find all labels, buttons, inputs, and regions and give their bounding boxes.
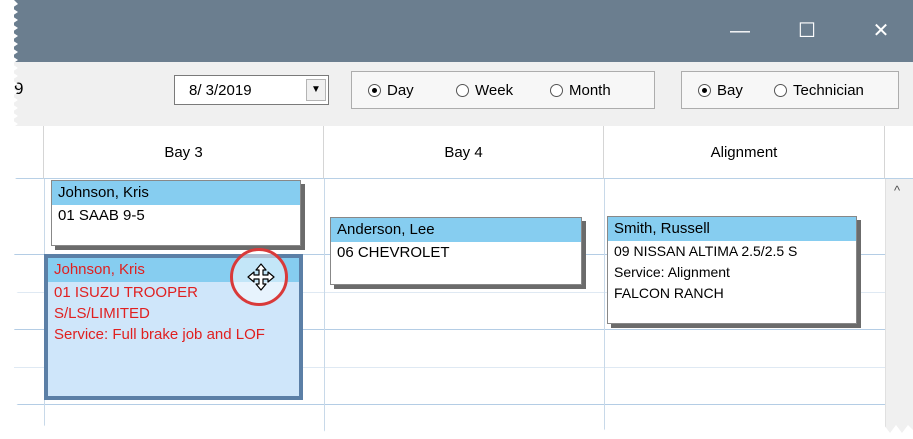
- scheduler-window: — ☐ ✕ 9 8/ 3/2019 ▼ Day Week Month Bay T…: [0, 0, 913, 439]
- torn-edge: [0, 0, 913, 439]
